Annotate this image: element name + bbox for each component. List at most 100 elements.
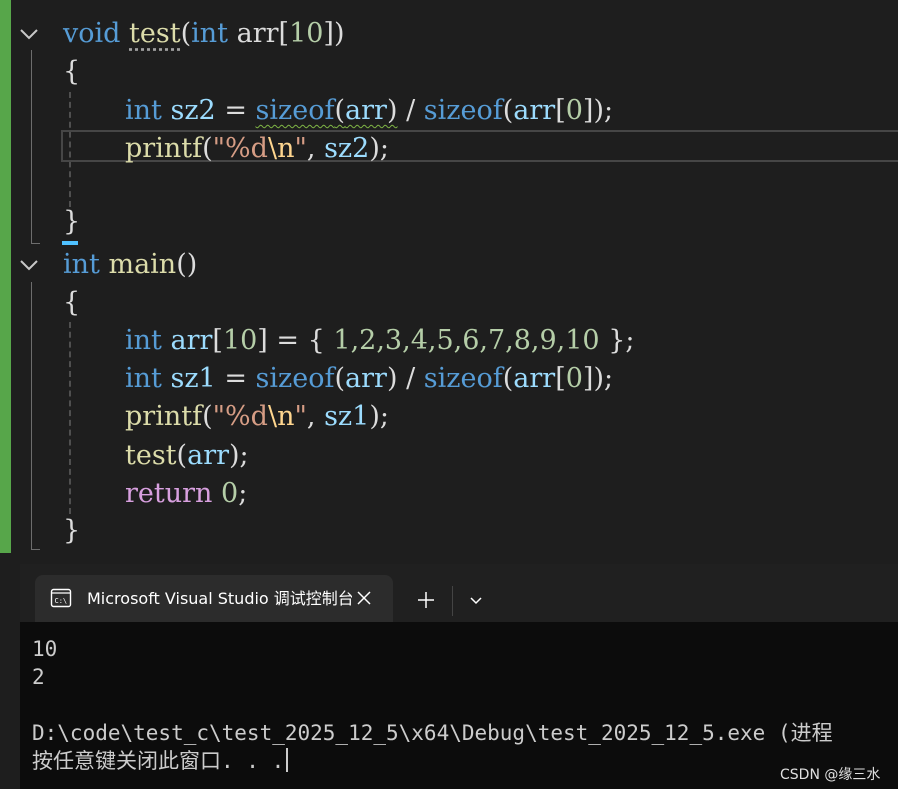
code-line-test-close-brace[interactable]: } [63,203,80,241]
punctuation: ( [502,95,514,126]
string-literal: " [294,133,307,164]
keyword: sizeof [255,95,335,126]
console-output-line: 2 [32,665,45,689]
collapse-test-function-chevron-icon[interactable] [17,22,41,46]
keyword: sizeof [255,363,335,394]
console-prompt-text: 按任意键关闭此窗口. . . [32,749,285,773]
text-cursor [286,748,289,772]
keyword: int [125,325,162,356]
code-line-test-call[interactable]: test(arr); [125,437,249,475]
variable: sz2 [170,95,216,126]
number-literal: 0 [565,95,583,126]
punctuation: ); [369,133,389,164]
punctuation: ]); [582,363,614,394]
function-name: printf [125,401,203,432]
punctuation: () [176,249,198,280]
variable: arr [170,325,213,356]
console-tab-title: Microsoft Visual Studio 调试控制台 [87,589,352,608]
punctuation: ( [180,18,192,49]
punctuation: ( [202,133,213,164]
code-line-sz2[interactable]: int sz2 = sizeof(arr) / sizeof(arr[0]); [125,92,613,130]
plus-icon[interactable] [410,584,442,616]
punctuation: [ [555,363,566,394]
keyword: void [63,18,121,49]
function-name: test [129,18,181,49]
svg-text:C:\: C:\ [55,597,68,605]
test-scope-bracket [31,50,32,243]
function-name: main [108,249,177,280]
punctuation: ( [202,401,213,432]
brace: } [63,206,81,237]
code-line-return[interactable]: return 0; [125,475,247,513]
console-window-icon: C:\ [50,587,72,609]
number-literal: 10 [222,325,258,356]
variable: sz1 [170,363,216,394]
punctuation: , [306,133,325,164]
punctuation: ]) [323,18,345,49]
punctuation: ( [334,95,346,126]
main-scope-bracket [31,282,32,549]
collapse-main-function-chevron-icon[interactable] [17,253,41,277]
number-literal: 0 [565,363,583,394]
operator: / [397,363,424,394]
debug-console-window[interactable]: C:\ Microsoft Visual Studio 调试控制台 10 2 D… [20,564,898,789]
string-literal: " [294,401,307,432]
brace: { [63,287,81,318]
variable: arr [187,440,230,471]
control-keyword: return [125,478,213,509]
parameter: arr [513,95,556,126]
code-line-main-close-brace[interactable]: } [63,512,80,550]
punctuation: ) [386,363,398,394]
code-line-printf-sz1[interactable]: printf("%d\n", sz1); [125,398,389,436]
code-line-main-signature[interactable]: int main() [63,246,197,284]
code-line-arr-decl[interactable]: int arr[10] = { 1,2,3,4,5,6,7,8,9,10 }; [125,322,634,360]
code-line-sz1[interactable]: int sz1 = sizeof(arr) / sizeof(arr[0]); [125,360,613,398]
punctuation: ]); [582,95,614,126]
variable: arr [513,363,556,394]
operator: = { [267,325,334,356]
indent-guide-main [69,322,71,514]
punctuation: [ [555,95,566,126]
close-icon[interactable] [353,587,375,609]
brace: { [63,56,81,87]
punctuation: }; [599,325,635,356]
string-literal: "%d [212,133,268,164]
console-prompt-line: 按任意键关闭此窗口. . . [32,747,289,775]
variable: sz1 [324,401,370,432]
chevron-down-icon[interactable] [460,584,492,616]
brace-match-marker [62,241,78,245]
code-line-main-open-brace[interactable]: { [63,284,80,322]
punctuation: [ [278,18,290,49]
console-tab[interactable]: C:\ Microsoft Visual Studio 调试控制台 [35,575,393,622]
brace: } [63,515,81,546]
console-output-line: D:\code\test_c\test_2025_12_5\x64\Debug\… [32,721,833,745]
parameter: arr [345,95,387,126]
keyword: int [191,18,228,49]
code-line-printf-sz2[interactable]: printf("%d\n", sz2); [125,130,389,168]
code-line-test-open-brace[interactable]: { [63,53,80,91]
console-output-line: 10 [32,637,58,661]
keyword: int [125,95,162,126]
parameter: arr [236,18,279,49]
main-scope-bracket-end [31,549,40,550]
variable: sz2 [324,133,370,164]
operator: = [215,363,256,394]
keyword: sizeof [423,363,503,394]
warning-squiggle[interactable]: sizeof(arr) [256,95,398,126]
punctuation: ); [369,401,389,432]
escape-sequence: \n [267,401,295,432]
number-literal: 10 [289,18,324,49]
terminal-tab-strip: C:\ Microsoft Visual Studio 调试控制台 [20,564,898,622]
punctuation: ( [502,363,514,394]
escape-sequence: \n [267,133,295,164]
variable: arr [345,363,387,394]
code-line-test-signature[interactable]: void test(int arr[10]) [63,15,345,53]
punctuation: ( [176,440,188,471]
string-literal: "%d [212,401,268,432]
punctuation: ); [229,440,249,471]
code-editor[interactable]: void test(int arr[10]) { int sz2 = sizeo… [0,0,898,553]
punctuation: ( [334,363,346,394]
keyword: sizeof [423,95,503,126]
function-name: test [125,440,177,471]
